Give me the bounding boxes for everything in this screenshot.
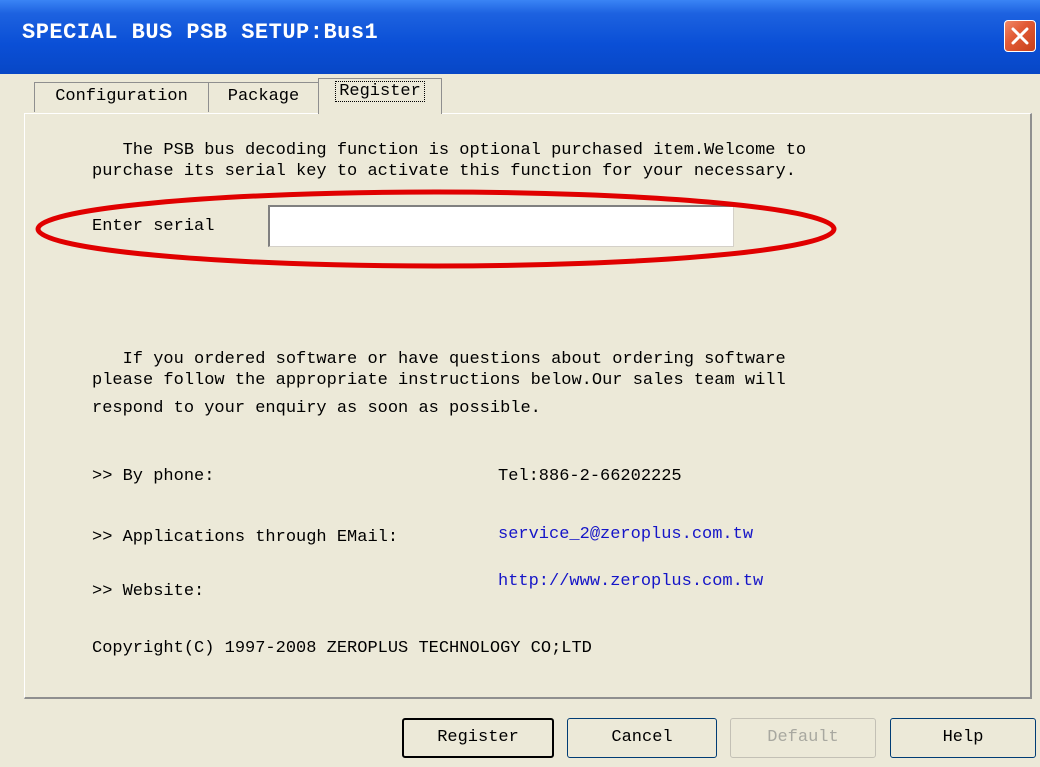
order-text-line2: please follow the appropriate instructio… [92, 371, 786, 390]
website-link[interactable]: http://www.zeroplus.com.tw [498, 571, 763, 592]
serial-label: Enter serial [92, 217, 215, 236]
intro-text-line2: purchase its serial key to activate this… [92, 162, 796, 181]
tab-register-label: Register [335, 81, 425, 102]
phone-value: Tel:886-2-66202225 [498, 467, 682, 486]
tab-configuration[interactable]: Configuration [34, 82, 208, 112]
cancel-button[interactable]: Cancel [567, 718, 717, 758]
default-button[interactable]: Default [730, 718, 876, 758]
close-button[interactable] [1004, 20, 1036, 52]
title-bar[interactable]: SPECIAL BUS PSB SETUP:Bus1 [0, 0, 1040, 74]
order-text-line3: respond to your enquiry as soon as possi… [92, 399, 541, 418]
email-link[interactable]: service_2@zeroplus.com.tw [498, 524, 753, 545]
email-label: >> Applications through EMail: [92, 528, 399, 547]
website-label: >> Website: [92, 582, 205, 601]
serial-input[interactable] [268, 205, 734, 247]
window-title: SPECIAL BUS PSB SETUP:Bus1 [22, 20, 379, 45]
dialog-window: SPECIAL BUS PSB SETUP:Bus1 Configuration… [0, 0, 1040, 767]
intro-text-line1: The PSB bus decoding function is optiona… [92, 141, 807, 160]
tab-register[interactable]: Register [318, 78, 442, 114]
tab-package[interactable]: Package [208, 82, 318, 112]
tab-package-label: Package [227, 87, 300, 106]
close-icon [1011, 27, 1029, 45]
copyright-text: Copyright(C) 1997-2008 ZEROPLUS TECHNOLO… [92, 639, 592, 658]
tab-configuration-label: Configuration [55, 87, 188, 106]
help-button[interactable]: Help [890, 718, 1036, 758]
order-text-line1: If you ordered software or have question… [92, 350, 786, 369]
phone-label: >> By phone: [92, 467, 215, 486]
register-button[interactable]: Register [402, 718, 554, 758]
